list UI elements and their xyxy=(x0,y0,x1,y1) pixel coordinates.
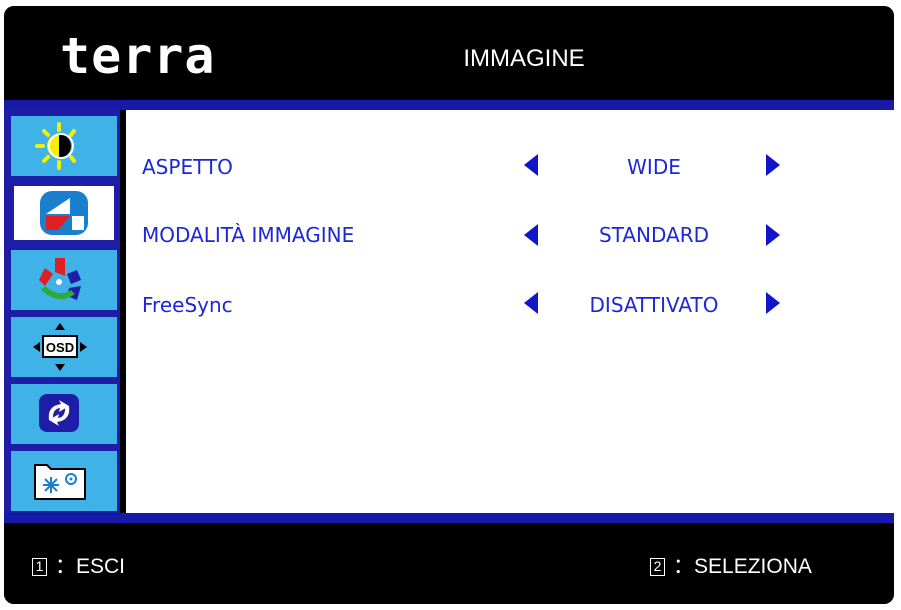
extra-settings-icon xyxy=(34,464,86,500)
exit-label: ：ESCI xyxy=(55,555,126,578)
image-icon xyxy=(40,191,88,235)
freesync-label: FreeSync xyxy=(142,293,233,317)
select-key-icon: 2 xyxy=(650,558,665,576)
sidebar-item-image[interactable] xyxy=(11,183,117,243)
sidebar-item-osd[interactable]: OSD xyxy=(11,317,117,377)
reset-icon xyxy=(39,394,79,432)
freesync-next-arrow-icon[interactable] xyxy=(766,292,780,314)
aspect-value[interactable]: WIDE xyxy=(546,154,762,180)
brand-logo: terra xyxy=(60,27,216,85)
menu-panel: ASPETTO WIDE MODALITÀ IMMAGINE STANDARD … xyxy=(126,110,894,513)
sidebar-item-color[interactable] xyxy=(11,250,117,310)
picture-mode-prev-arrow-icon[interactable] xyxy=(524,224,538,246)
color-icon xyxy=(39,258,81,300)
osd-header: terra IMMAGINE xyxy=(4,6,894,100)
picture-mode-next-arrow-icon[interactable] xyxy=(766,224,780,246)
exit-hint: 1 ：ESCI xyxy=(32,554,125,580)
picture-mode-label: MODALITÀ IMMAGINE xyxy=(142,223,355,247)
brightness-contrast-icon xyxy=(35,122,76,170)
sidebar-item-reset[interactable] xyxy=(11,384,117,444)
select-hint: 2 ：SELEZIONA xyxy=(650,554,812,580)
freesync-value[interactable]: DISATTIVATO xyxy=(546,292,762,318)
sidebar-item-brightness[interactable] xyxy=(11,116,117,176)
sidebar: OSD xyxy=(4,110,120,513)
aspect-label: ASPETTO xyxy=(142,155,233,179)
osd-footer: 1 ：ESCI 2 ：SELEZIONA xyxy=(4,523,894,604)
aspect-prev-arrow-icon[interactable] xyxy=(524,154,538,176)
footer-divider xyxy=(4,513,894,523)
osd-menu: terra IMMAGINE OSD ASPETTO WIDE MODALITÀ… xyxy=(4,6,894,604)
header-divider xyxy=(4,100,894,110)
freesync-prev-arrow-icon[interactable] xyxy=(524,292,538,314)
sidebar-item-extra[interactable] xyxy=(11,451,117,511)
picture-mode-value[interactable]: STANDARD xyxy=(546,222,762,248)
exit-key-icon: 1 xyxy=(32,558,47,576)
aspect-next-arrow-icon[interactable] xyxy=(766,154,780,176)
select-label: ：SELEZIONA xyxy=(673,555,812,578)
page-title: IMMAGINE xyxy=(463,45,585,72)
osd-label: OSD xyxy=(46,340,74,355)
osd-position-icon: OSD xyxy=(33,323,87,371)
